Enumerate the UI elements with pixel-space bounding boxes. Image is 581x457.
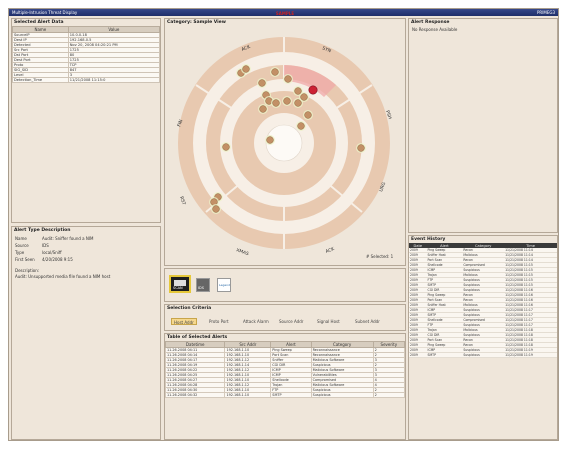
legend-view-icon[interactable]: Legend <box>217 278 231 292</box>
alert-response-text: No Response Available <box>412 27 458 32</box>
selected-alert-dot[interactable] <box>308 85 318 95</box>
alert-type-row: Name Audit: Sniffer found a NIM <box>15 236 157 241</box>
selected-alerts-title: Table of Selected Alerts <box>167 335 228 340</box>
alert-dot[interactable] <box>284 75 292 83</box>
selection-criteria-title: Selection Criteria <box>167 306 212 311</box>
criteria-button[interactable]: Proto Port <box>207 318 231 325</box>
alert-response-panel: Alert Response No Response Available <box>408 18 558 233</box>
event-history-title: Event History <box>411 237 446 242</box>
alert-dot[interactable] <box>258 79 266 87</box>
radar-panel: Category: Sample View SAMPLE ACK SYN PSH… <box>164 11 406 266</box>
table-cell: 11.26.2008 04:32 <box>164 392 226 398</box>
selected-alert-title: Selected Alert Data <box>14 20 64 25</box>
table-cell: 192.168.1.10 <box>224 392 272 398</box>
scan-view-icon[interactable]: SCAN <box>169 275 191 293</box>
alert-type-key: Source <box>15 243 29 248</box>
alert-type-value: Audit: Sniffer found a NIM <box>42 236 94 241</box>
criteria-button[interactable]: Subnet Addr <box>353 318 382 325</box>
radar-red-label: SAMPLE <box>275 11 295 16</box>
alert-type-value: local/Sniff <box>42 250 62 255</box>
alert-type-row: First Seen 4/20/2008 9:15 <box>15 257 157 262</box>
history-cell: Suspicious <box>462 352 505 358</box>
alert-type-title: Alert Type Description <box>14 228 71 233</box>
selected-count: # Selected: 1 <box>366 254 394 259</box>
list-item[interactable]: 2009 SMTP Suspicious 11/21/2008 11:19 <box>409 352 557 358</box>
alert-dot[interactable] <box>357 144 365 152</box>
event-history-panel: Event History Date Alert Category Time 2009… <box>408 235 558 440</box>
alert-dot[interactable] <box>297 122 305 130</box>
alert-dot[interactable] <box>212 205 220 213</box>
criteria-button[interactable]: Signal Host <box>315 318 342 325</box>
window-id: PRIMEG3 <box>537 10 555 15</box>
alert-type-key: Type <box>15 250 25 255</box>
radar-view[interactable]: ACK SYN PSH FIN RST URG XMAS ACK # Selec… <box>166 27 404 263</box>
field-name: Detection_Time <box>12 77 69 83</box>
window-title: Multiple-Intrusion Threat Display <box>12 10 78 15</box>
view-icons-panel: SCAN IDS Legend <box>164 268 406 302</box>
selected-alert-panel: Selected Alert Data Name Value SourceIP 1… <box>11 18 161 223</box>
selected-alerts-table: Datetime Src Addr Alert Category Severity 11… <box>164 341 406 398</box>
alert-dot[interactable] <box>222 143 230 151</box>
description-text: Audit: Unsupported media file found a NI… <box>15 274 111 279</box>
selected-alerts-panel: Table of Selected Alerts Datetime Src Add… <box>164 333 406 440</box>
field-value: 11/21/2008 11:15:0 <box>67 77 161 83</box>
selection-criteria-panel: Selection Criteria Host Addr Proto Port At… <box>164 304 406 331</box>
criteria-button[interactable]: Host Addr <box>171 318 197 325</box>
table-cell: 2 <box>372 392 406 398</box>
radar-title: Category: Sample View <box>167 20 226 25</box>
alert-type-key: First Seen <box>15 257 35 262</box>
criteria-button[interactable]: Source Addr <box>277 318 305 325</box>
alert-dot[interactable] <box>242 65 250 73</box>
alert-dot[interactable] <box>266 136 274 144</box>
alert-type-row: Source IDS <box>15 243 157 248</box>
criteria-button[interactable]: Attack Alarm <box>241 318 271 325</box>
alert-type-value: 4/20/2008 9:15 <box>42 257 73 262</box>
history-cell: SMTP <box>426 352 463 358</box>
alert-dot[interactable] <box>294 87 302 95</box>
ring-label: RST <box>178 196 187 206</box>
alert-type-row: Type local/Sniff <box>15 250 157 255</box>
alert-dot[interactable] <box>272 99 280 107</box>
alert-data-row[interactable]: Detection_Time 11/21/2008 11:15:0 <box>12 77 161 83</box>
alert-dot[interactable] <box>300 93 308 101</box>
ids-view-icon[interactable]: IDS <box>196 278 210 292</box>
alert-type-value: IDS <box>42 243 49 248</box>
alert-dot[interactable] <box>271 68 279 76</box>
alert-dot[interactable] <box>304 111 312 119</box>
app-window: Multiple-Intrusion Threat Display PRIMEG… <box>8 8 559 441</box>
alert-dot[interactable] <box>283 97 291 105</box>
ring-label: XMAS <box>235 247 249 257</box>
selected-alert-table: Name Value SourceIP 10.0.0.18 Dest IP 192.1… <box>12 26 161 83</box>
alert-dot[interactable] <box>294 99 302 107</box>
table-row[interactable]: 11.26.2008 04:32 192.168.1.10 SMTP Suspicio… <box>164 392 406 398</box>
event-history-table: Date Alert Category Time 2009 Ping Sweep Reco… <box>409 243 557 358</box>
table-cell: Suspicious <box>310 392 374 398</box>
alert-type-panel: Alert Type Description Name Audit: Sniffe… <box>11 226 161 440</box>
alert-dot[interactable] <box>259 105 267 113</box>
table-cell: SMTP <box>270 392 312 398</box>
history-cell: 11/21/2008 11:19 <box>504 352 557 358</box>
alert-response-title: Alert Response <box>411 20 450 25</box>
alert-type-key: Name <box>15 236 27 241</box>
history-cell: 2009 <box>409 352 427 358</box>
ring-label: ACK <box>325 246 337 255</box>
